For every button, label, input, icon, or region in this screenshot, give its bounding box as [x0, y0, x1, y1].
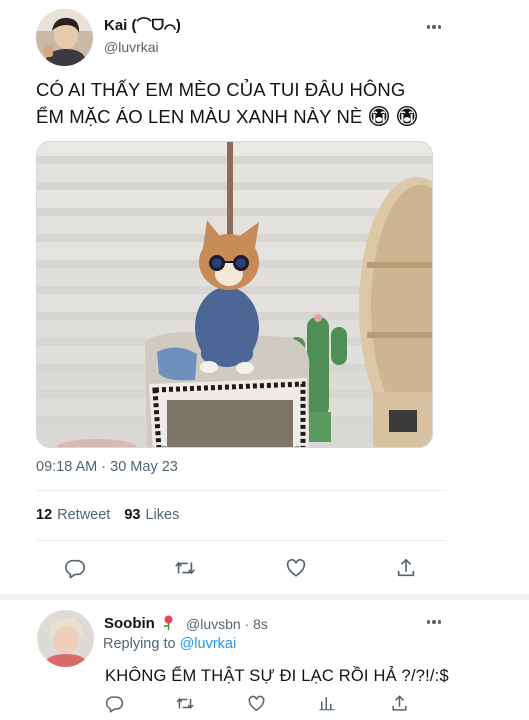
- tweet-media-photo[interactable]: [36, 141, 433, 448]
- divider: [36, 540, 446, 541]
- replying-to-prefix: Replying to: [103, 636, 176, 652]
- rose-icon: [163, 615, 173, 630]
- tweet-text-line2: ỂM MẶC ÁO LEN MÀU XANH NÀY NÈ: [36, 106, 363, 127]
- likes-count: 93: [124, 507, 141, 523]
- loudly-crying-face-icon: [369, 106, 390, 126]
- author-avatar[interactable]: [36, 9, 93, 66]
- retweet-label: Retweet: [57, 507, 111, 523]
- reply-share-button[interactable]: [388, 692, 410, 714]
- reply-author-avatar[interactable]: [37, 610, 94, 667]
- heart-icon: [248, 695, 264, 711]
- like-button[interactable]: [283, 555, 309, 581]
- reply-icon: [105, 695, 123, 713]
- reply-author-name-text: Soobin: [104, 615, 155, 632]
- loudly-crying-face-icon: [397, 106, 418, 126]
- retweet-button[interactable]: [172, 555, 198, 581]
- retweet-icon: [176, 697, 194, 709]
- reply-author-handle-time[interactable]: @luvsbn · 8s: [186, 616, 268, 632]
- reply-author-name[interactable]: Soobin: [104, 615, 175, 632]
- heart-icon: [286, 559, 306, 577]
- tweet-text: CÓ AI THẤY EM MÈO CỦA TUI ĐÂU HÔNG ỂM MẶ…: [36, 76, 506, 130]
- likes-label: Likes: [145, 507, 180, 523]
- share-icon: [397, 558, 415, 577]
- tweet-text-line2-wrap: ỂM MẶC ÁO LEN MÀU XANH NÀY NÈ: [36, 103, 506, 130]
- retweet-icon: [175, 561, 195, 575]
- more-options-icon[interactable]: [424, 20, 444, 34]
- replying-to: Replying to @luvrkai: [103, 636, 236, 652]
- reply-button[interactable]: [62, 555, 88, 581]
- section-separator: [0, 594, 529, 600]
- reply-more-options-icon[interactable]: [424, 615, 444, 629]
- likes-stat[interactable]: 93 Likes: [124, 507, 179, 523]
- tweet-stats: 12 Retweet 93 Likes: [36, 507, 179, 523]
- reply-reply-button[interactable]: [103, 692, 125, 714]
- replying-to-handle[interactable]: @luvrkai: [180, 636, 237, 652]
- reply-retweet-button[interactable]: [174, 692, 196, 714]
- author-handle[interactable]: @luvrkai: [104, 39, 159, 55]
- reply-actions: [103, 692, 433, 714]
- tweet-timestamp[interactable]: 09:18 AM · 30 May 23: [36, 459, 178, 475]
- reply-analytics-button[interactable]: [316, 692, 338, 714]
- share-button[interactable]: [393, 555, 419, 581]
- retweet-stat[interactable]: 12 Retweet: [36, 507, 110, 523]
- divider: [36, 490, 446, 491]
- tweet-actions: [36, 555, 446, 581]
- share-icon: [391, 694, 407, 711]
- author-name[interactable]: Kai (⌒ᗜ⌒): [104, 14, 181, 35]
- tweet-text-line1: CÓ AI THẤY EM MÈO CỦA TUI ĐÂU HÔNG: [36, 79, 406, 100]
- reply-like-button[interactable]: [245, 692, 267, 714]
- reply-icon: [65, 559, 85, 579]
- cat-photo: [37, 142, 432, 447]
- analytics-icon: [319, 697, 335, 711]
- retweet-count: 12: [36, 507, 53, 523]
- reply-text: KHÔNG ỂM THẬT SỰ ĐI LẠC RỒI HẢ ?/?!/:$: [105, 667, 449, 685]
